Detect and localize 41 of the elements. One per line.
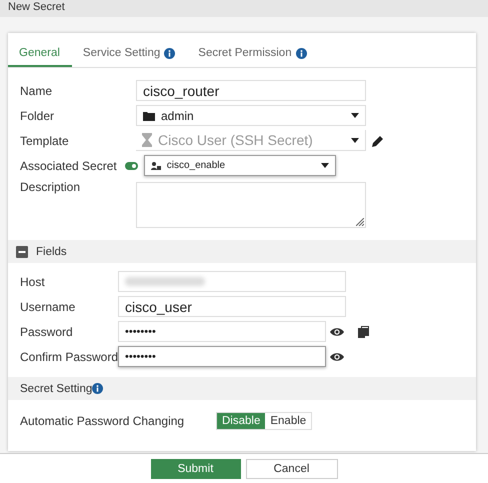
section-title: Fields xyxy=(36,246,67,258)
text-input[interactable] xyxy=(118,271,346,292)
field-label: Folder xyxy=(20,108,56,122)
setting-label: Automatic Password Changing xyxy=(20,414,186,428)
eye-icon[interactable] xyxy=(330,352,344,362)
toggle-switch[interactable] xyxy=(124,162,138,170)
caret-icon xyxy=(351,138,359,142)
hourglass-icon xyxy=(142,133,152,147)
tab[interactable]: Secret Permission xyxy=(187,41,319,67)
field-label: Confirm Password xyxy=(20,350,118,364)
cancel-button[interactable]: Cancel xyxy=(246,458,338,478)
copy-icon[interactable] xyxy=(358,326,369,338)
password-input[interactable]: •••••••• xyxy=(118,346,326,367)
caret-icon xyxy=(351,113,359,118)
field-label: Host xyxy=(20,274,46,288)
folder-icon xyxy=(143,110,155,120)
pencil-icon[interactable] xyxy=(372,134,384,146)
info-icon xyxy=(92,383,104,394)
password-input[interactable]: •••••••• xyxy=(118,321,326,342)
field-label: Username xyxy=(20,300,76,314)
field-label: Associated Secret xyxy=(20,158,117,172)
text-input[interactable]: cisco_user xyxy=(118,296,346,317)
tab[interactable]: Service Setting xyxy=(72,41,188,67)
field-label: Template xyxy=(20,134,70,148)
window-title: New Secret xyxy=(0,0,488,17)
collapse-icon[interactable] xyxy=(16,246,28,258)
eye-icon[interactable] xyxy=(330,326,344,336)
text-input[interactable]: cisco_router xyxy=(136,80,366,101)
select-field[interactable]: admin xyxy=(136,105,366,126)
users-icon xyxy=(150,162,161,170)
submit-button[interactable]: Submit xyxy=(150,458,240,478)
field-label: Password xyxy=(20,324,74,338)
section-header[interactable]: Fields xyxy=(8,240,476,263)
select-field[interactable]: cisco_enable xyxy=(144,155,336,176)
field-label: Name xyxy=(20,84,54,98)
section-title: Secret Setting xyxy=(20,382,92,394)
toggle-option[interactable]: Disable xyxy=(217,412,266,428)
tab[interactable]: General xyxy=(8,41,72,67)
caret-icon xyxy=(320,163,329,168)
resize-handle-icon[interactable] xyxy=(356,218,364,226)
field-label: Description xyxy=(20,180,82,194)
